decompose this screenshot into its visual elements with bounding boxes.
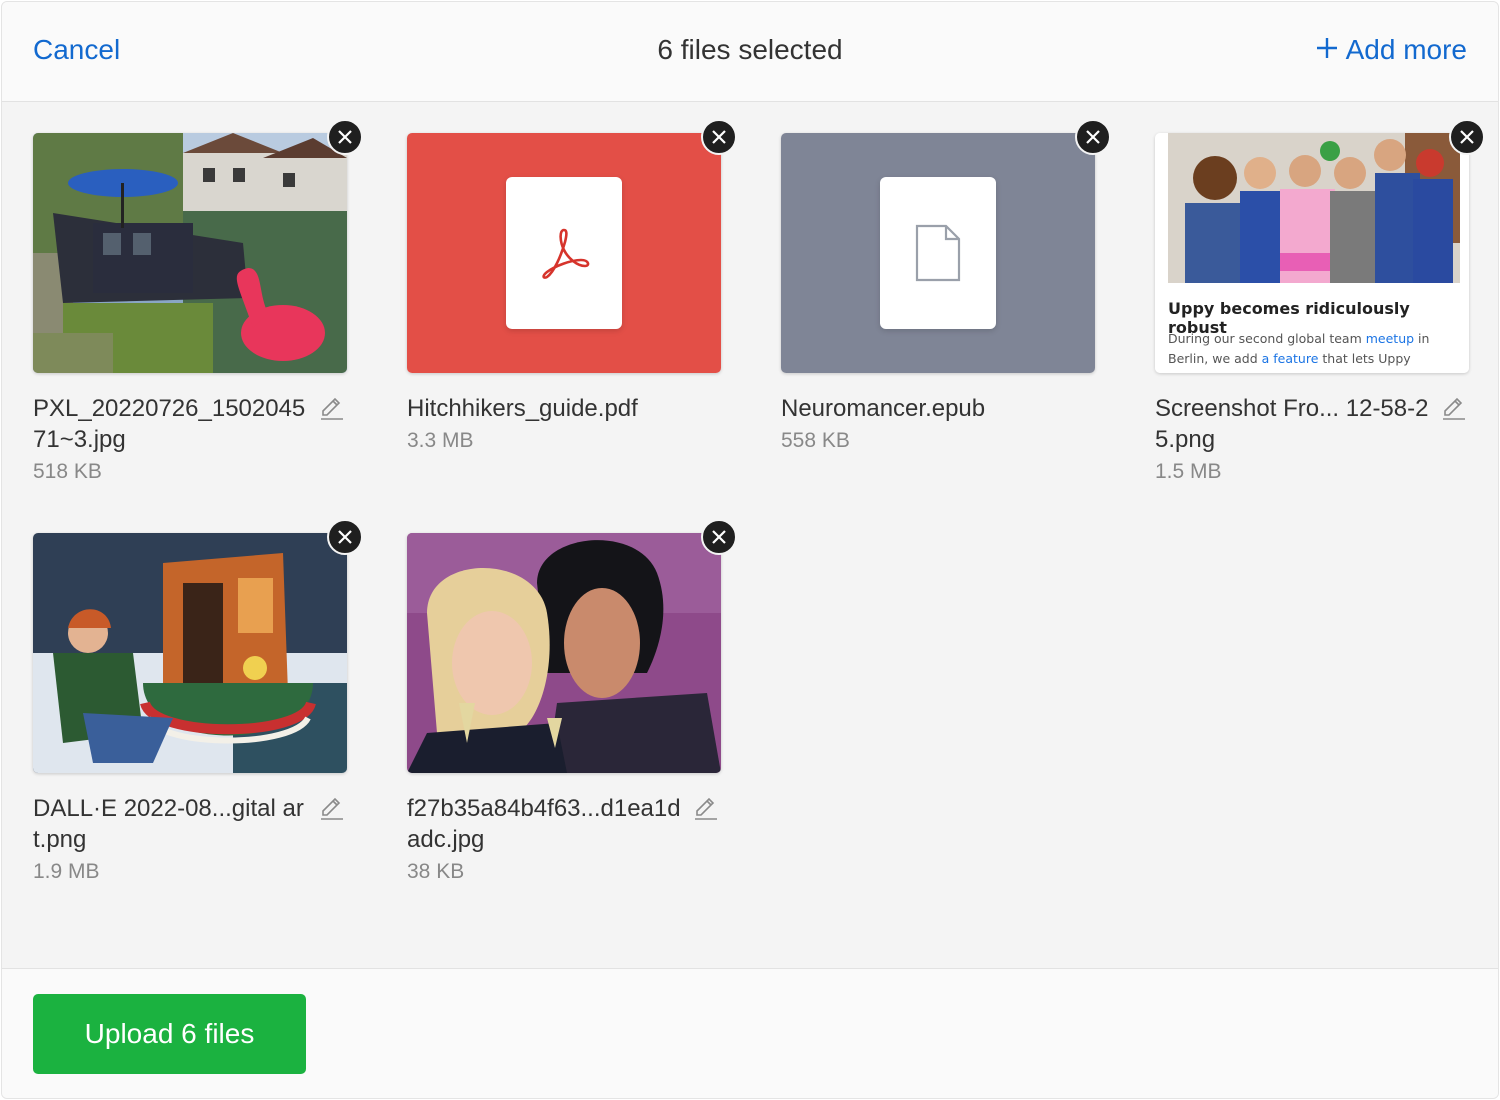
dashboard-header: Cancel 6 files selected Add more: [2, 2, 1498, 102]
edit-file-button[interactable]: [319, 795, 345, 821]
file-name: DALL·E 2022-08...gital art.png: [33, 795, 304, 853]
uppy-dashboard: Cancel 6 files selected Add more PXL_202…: [1, 1, 1499, 1099]
remove-file-button[interactable]: [327, 119, 363, 155]
painted-boat-image: [33, 533, 347, 773]
close-icon: [338, 130, 352, 144]
add-more-label: Add more: [1345, 34, 1467, 65]
file-thumbnail[interactable]: [781, 119, 1111, 373]
file-size: 38 KB: [407, 860, 465, 883]
document-card: [880, 177, 996, 329]
file-grid: PXL_20220726_150204571~3.jpg 518 KB Hitc…: [2, 102, 1498, 970]
file-item: Uppy becomes ridiculously robust During …: [1155, 119, 1485, 484]
remove-file-button[interactable]: [1075, 119, 1111, 155]
pencil-icon: [695, 797, 717, 820]
remove-file-button[interactable]: [701, 119, 737, 155]
file-size: 3.3 MB: [407, 429, 474, 452]
screenshot-body: During our second global team meetup in …: [1168, 331, 1430, 373]
close-icon: [712, 130, 726, 144]
document-card: [506, 177, 622, 329]
add-more-button[interactable]: Add more: [1316, 34, 1467, 66]
file-name: Neuromancer.epub: [781, 395, 986, 422]
dashboard-footer: Upload 6 files: [2, 968, 1498, 1098]
file-item: DALL·E 2022-08...gital art.png 1.9 MB: [33, 519, 363, 884]
file-size: 1.9 MB: [33, 860, 100, 883]
file-item: PXL_20220726_150204571~3.jpg 518 KB: [33, 119, 363, 484]
plus-icon: [1316, 34, 1338, 66]
file-item: Neuromancer.epub 558 KB: [781, 119, 1111, 453]
file-item: f27b35a84b4f63...d1ea1dadc.jpg 38 KB: [407, 519, 737, 884]
close-icon: [1086, 130, 1100, 144]
files-selected-title: 6 files selected: [657, 34, 843, 65]
pencil-icon: [321, 397, 343, 420]
edit-file-button[interactable]: [1441, 395, 1467, 421]
file-size: 1.5 MB: [1155, 460, 1222, 483]
file-name: f27b35a84b4f63...d1ea1dadc.jpg: [407, 795, 681, 853]
close-icon: [1460, 130, 1474, 144]
file-thumbnail[interactable]: [33, 519, 363, 773]
upload-button[interactable]: Upload 6 files: [33, 994, 306, 1074]
portrait-photo: [407, 533, 721, 773]
remove-file-button[interactable]: [1449, 119, 1485, 155]
file-item: Hitchhikers_guide.pdf 3.3 MB: [407, 119, 737, 453]
file-icon: [915, 224, 961, 282]
file-size: 558 KB: [781, 429, 850, 452]
file-thumbnail[interactable]: Uppy becomes ridiculously robust During …: [1155, 119, 1485, 373]
file-name: PXL_20220726_150204571~3.jpg: [33, 395, 306, 453]
pencil-icon: [1443, 397, 1465, 420]
edit-file-button[interactable]: [693, 795, 719, 821]
file-name: Hitchhikers_guide.pdf: [407, 395, 638, 422]
file-name: Screenshot Fro... 12-58-25.png: [1155, 395, 1429, 453]
edit-file-button[interactable]: [319, 395, 345, 421]
remove-file-button[interactable]: [701, 519, 737, 555]
file-size: 518 KB: [33, 460, 102, 483]
pencil-icon: [321, 797, 343, 820]
close-icon: [712, 530, 726, 544]
file-thumbnail[interactable]: [33, 119, 363, 373]
file-thumbnail[interactable]: [407, 519, 737, 773]
canal-boat-photo: [33, 133, 347, 373]
pdf-icon: [542, 228, 590, 279]
remove-file-button[interactable]: [327, 519, 363, 555]
file-thumbnail[interactable]: [407, 119, 737, 373]
close-icon: [338, 530, 352, 544]
